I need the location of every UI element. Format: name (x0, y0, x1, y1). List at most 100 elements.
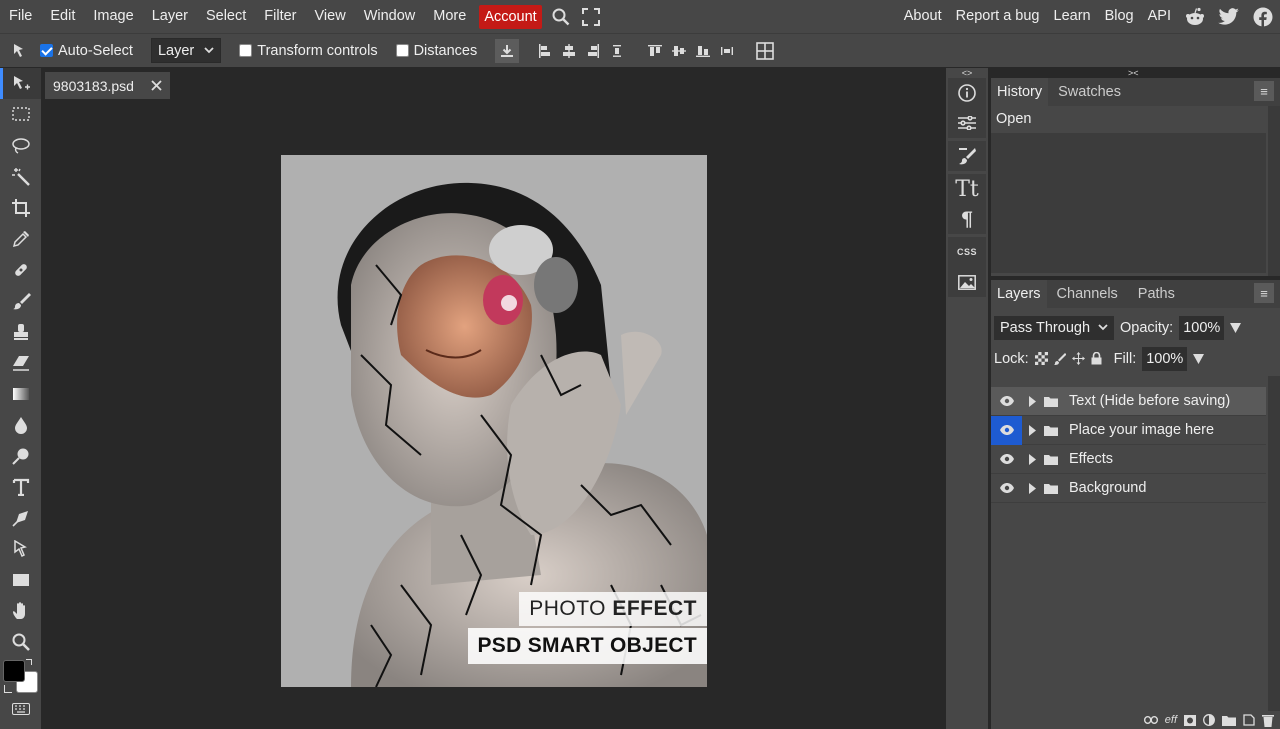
tool-move[interactable] (0, 68, 41, 99)
tab-layers[interactable]: Layers (991, 280, 1047, 308)
auto-select-target-dropdown[interactable]: Layer (150, 38, 222, 63)
tool-zoom[interactable] (0, 626, 41, 657)
tab-swatches[interactable]: Swatches (1048, 78, 1131, 106)
align-center-h-icon[interactable] (557, 39, 581, 63)
character-icon[interactable]: Tt (948, 174, 986, 204)
new-group-icon[interactable] (1222, 715, 1236, 726)
tool-lasso[interactable] (0, 130, 41, 161)
tool-keyboard[interactable] (0, 697, 41, 721)
document-tab[interactable]: 9803183.psd (45, 72, 170, 99)
menu-filter[interactable]: Filter (255, 0, 305, 33)
tool-path-select[interactable] (0, 533, 41, 564)
fill-input[interactable]: 100% (1142, 346, 1188, 371)
tab-paths[interactable]: Paths (1128, 280, 1185, 308)
lock-transparency-icon[interactable] (1034, 352, 1048, 365)
menu-image[interactable]: Image (84, 0, 142, 33)
expand-arrow-icon[interactable] (1025, 395, 1039, 407)
info-icon[interactable] (948, 78, 986, 108)
download-icon[interactable] (495, 38, 520, 63)
link-blog[interactable]: Blog (1098, 0, 1141, 33)
tool-brush[interactable] (0, 285, 41, 316)
css-icon[interactable]: CSS (948, 237, 986, 267)
mask-icon[interactable] (1184, 714, 1196, 726)
layer-row[interactable]: Background (991, 474, 1266, 503)
auto-select-check-box[interactable] (40, 44, 53, 57)
tool-eraser[interactable] (0, 347, 41, 378)
trash-icon[interactable] (1262, 714, 1274, 727)
menu-select[interactable]: Select (197, 0, 255, 33)
history-scrollbar[interactable] (1268, 106, 1280, 276)
align-right-icon[interactable] (581, 39, 605, 63)
expand-panels-toggle[interactable]: <> (946, 68, 988, 78)
align-middle-v-icon[interactable] (667, 39, 691, 63)
tool-magic-wand[interactable] (0, 161, 41, 192)
new-layer-icon[interactable] (1243, 714, 1255, 726)
fullscreen-icon[interactable] (576, 0, 606, 33)
menu-window[interactable]: Window (355, 0, 425, 33)
visibility-eye-icon[interactable] (991, 387, 1022, 416)
menu-edit[interactable]: Edit (41, 0, 84, 33)
link-learn[interactable]: Learn (1047, 0, 1098, 33)
blend-mode-dropdown[interactable]: Pass Through (994, 315, 1115, 340)
expand-arrow-icon[interactable] (1025, 482, 1039, 494)
tool-shape[interactable] (0, 564, 41, 595)
account-button[interactable]: Account (479, 4, 542, 29)
distances-checkbox[interactable]: Distances (395, 43, 477, 59)
visibility-eye-icon[interactable] (991, 415, 1022, 445)
image-icon[interactable] (948, 267, 986, 297)
transform-controls-check-box[interactable] (239, 44, 253, 57)
align-top-icon[interactable] (643, 39, 667, 63)
tool-hand[interactable] (0, 595, 41, 626)
link-api[interactable]: API (1141, 0, 1178, 33)
lock-all-icon[interactable] (1091, 352, 1102, 365)
layer-row[interactable]: Place your image here (991, 415, 1266, 445)
swap-colors-icon[interactable] (26, 659, 32, 665)
tool-text[interactable] (0, 471, 41, 502)
close-icon[interactable] (151, 80, 162, 91)
expand-arrow-icon[interactable] (1025, 424, 1039, 436)
tool-gradient[interactable] (0, 378, 41, 409)
distribute-v-icon[interactable] (715, 39, 739, 63)
menu-file[interactable]: File (0, 0, 41, 33)
tool-paint-bucket[interactable] (0, 409, 41, 440)
tab-history[interactable]: History (991, 78, 1049, 106)
paragraph-icon[interactable]: ¶ (948, 204, 986, 234)
tool-dodge[interactable] (0, 440, 41, 471)
fill-dropdown-icon[interactable] (1193, 353, 1205, 364)
layer-row[interactable]: Effects (991, 445, 1266, 474)
document-canvas[interactable]: PHOTO EFFECT PSD SMART OBJECT (281, 155, 707, 687)
layer-row[interactable]: Text (Hide before saving) (991, 387, 1266, 416)
distances-check-box[interactable] (395, 44, 409, 57)
foreground-color-swatch[interactable] (3, 660, 25, 682)
lock-position-icon[interactable] (1071, 352, 1085, 365)
history-menu-icon[interactable]: ≡ (1254, 81, 1274, 101)
tool-pen[interactable] (0, 502, 41, 533)
align-bottom-icon[interactable] (691, 39, 715, 63)
collapse-panels-toggle[interactable]: >< (1128, 68, 1139, 78)
tab-channels[interactable]: Channels (1047, 280, 1128, 308)
auto-select-checkbox[interactable]: Auto-Select (40, 43, 133, 59)
lock-pixels-icon[interactable] (1053, 352, 1066, 365)
transform-controls-checkbox[interactable]: Transform controls (239, 43, 378, 59)
reddit-icon[interactable] (1178, 0, 1212, 33)
tool-eyedropper[interactable] (0, 223, 41, 254)
adjustment-layer-icon[interactable] (1203, 714, 1215, 726)
effects-icon[interactable]: eff (1165, 714, 1177, 726)
menu-more[interactable]: More (424, 0, 475, 33)
align-left-icon[interactable] (533, 39, 557, 63)
expand-arrow-icon[interactable] (1025, 453, 1039, 465)
history-entry[interactable]: Open (991, 106, 1280, 133)
twitter-icon[interactable] (1212, 0, 1246, 33)
distribute-h-icon[interactable] (605, 39, 629, 63)
opacity-input[interactable]: 100% (1179, 315, 1225, 340)
opacity-dropdown-icon[interactable] (1230, 322, 1242, 333)
layers-scrollbar[interactable] (1268, 376, 1280, 711)
link-about[interactable]: About (897, 0, 949, 33)
layers-menu-icon[interactable]: ≡ (1254, 283, 1274, 303)
grid-icon[interactable] (753, 39, 777, 63)
facebook-icon[interactable] (1246, 0, 1280, 33)
adjustments-icon[interactable] (948, 108, 986, 138)
link-report-bug[interactable]: Report a bug (949, 0, 1047, 33)
visibility-eye-icon[interactable] (991, 474, 1022, 503)
brush-settings-icon[interactable] (948, 141, 986, 171)
